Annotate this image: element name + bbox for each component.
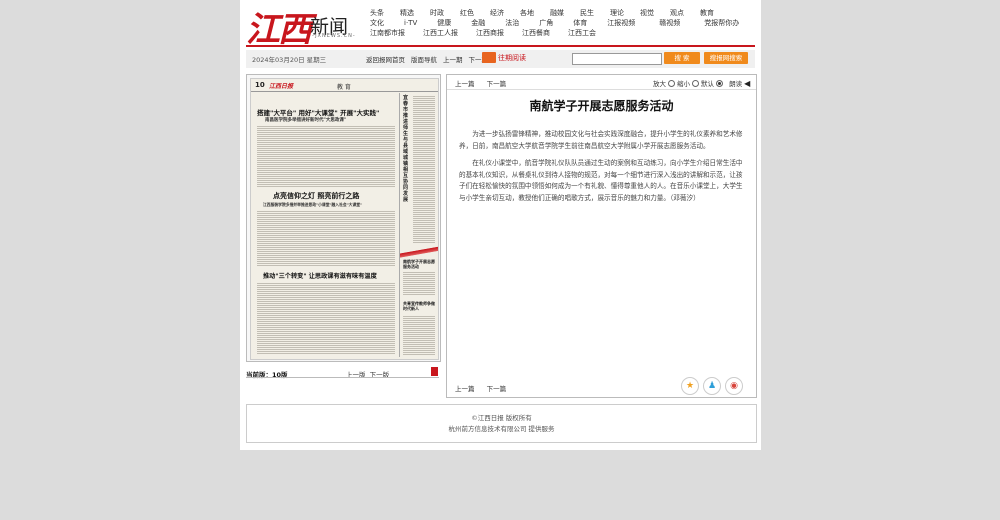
search-button[interactable]: 搜 索: [664, 52, 700, 64]
read-aloud-label: 朗读: [729, 80, 743, 88]
nav-item[interactable]: 法治: [505, 18, 519, 28]
edition-divider: [246, 377, 439, 378]
article-nav-bottom: 上一篇 下一篇: [455, 383, 506, 393]
paper-headline-1[interactable]: 搭建"大平台" 用好"大课堂" 开展"大实践": [257, 107, 379, 117]
nav-item[interactable]: 精选: [400, 8, 414, 18]
nav-item[interactable]: 观点: [670, 8, 684, 18]
nav-row-3: 江南都市报 江西工人报 江西商报 江西餐商 江西工会: [370, 28, 750, 38]
prev-issue-link[interactable]: 上一期: [443, 54, 463, 64]
nav-item[interactable]: 金融: [471, 18, 485, 28]
search-input[interactable]: [572, 53, 662, 65]
nav-item[interactable]: 健康: [437, 18, 451, 28]
paper-brand: 江西日报: [269, 83, 294, 90]
past-reading-label: 往期阅读: [498, 53, 526, 62]
share-qq-icon[interactable]: ♟: [703, 377, 721, 395]
nav-item[interactable]: 文化: [370, 18, 384, 28]
header-divider: [246, 45, 755, 47]
logo-jiangxi: 江西: [246, 10, 312, 50]
paper-header: 10 江西日报 教 育: [251, 79, 438, 92]
nav-item[interactable]: 视觉: [640, 8, 654, 18]
paper-text-block: [413, 95, 435, 243]
toolbar-links: 返回报网首页 版面导航 上一期 下一期: [366, 54, 488, 64]
top-nav: 头条 精选 时政 红色 经济 各地 融媒 民生 理论 视觉 观点 教育 文化 i·TV 健康 金融 法治 广角 体…: [370, 8, 750, 38]
paper-headline-3[interactable]: 推动"三个转变" 让思政课有滋有味有温度: [263, 271, 377, 280]
next-article-link-bottom[interactable]: 下一篇: [487, 385, 507, 393]
nav-item[interactable]: 民生: [580, 8, 594, 18]
article-toolbar: 上一篇 下一篇 放大 缩小 默认 朗读 ◀: [447, 75, 756, 90]
logo-url: -JXNEWS.CN-: [312, 33, 356, 39]
issue-date: 2024年03月20日 星期三: [252, 56, 327, 64]
provider-text: 杭州前方信息技术有限公司 提供服务: [448, 425, 555, 433]
copyright-text: ©江西日报 版权所有: [471, 414, 532, 422]
nav-item[interactable]: 江西工人报: [423, 28, 458, 38]
nav-item[interactable]: 融媒: [550, 8, 564, 18]
share-qzone-icon[interactable]: ★: [681, 377, 699, 395]
article-title: 南航学子开展志愿服务活动: [529, 99, 674, 113]
font-small-label: 缩小: [677, 80, 690, 88]
nav-row-2: 文化 i·TV 健康 金融 法治 广角 体育 江报视频 赣视频 党报帮你办: [370, 18, 750, 28]
nav-item[interactable]: 理论: [610, 8, 624, 18]
article-panel: 上一篇 下一篇 放大 缩小 默认 朗读 ◀ 南航学子开展志愿服务活动 为进一步弘扬…: [446, 74, 757, 398]
site-logo[interactable]: 江西 新闻 -JXNEWS.CN-: [246, 2, 366, 50]
nav-item[interactable]: 赣视频: [659, 18, 680, 28]
paper-subhead-1: 南昌医学院多举措讲好新时代"大思政课": [265, 118, 347, 123]
paper-small-headline-2[interactable]: 共青宣传教师争做时代新人: [403, 301, 435, 311]
paper-column-divider: [399, 93, 400, 357]
font-default-radio[interactable]: [716, 79, 723, 87]
paper-page-number: 10: [255, 81, 265, 89]
font-size-controls: 放大 缩小 默认 朗读 ◀: [653, 78, 750, 89]
layout-nav-link[interactable]: 版面导航: [411, 54, 437, 64]
nav-row-1: 头条 精选 时政 红色 经济 各地 融媒 民生 理论 视觉 观点 教育: [370, 8, 750, 18]
paper-text-block: [257, 282, 395, 354]
paper-vertical-headline[interactable]: 宜春市推进师生与县域城镇相互协同发展: [403, 95, 411, 203]
footer: ©江西日报 版权所有 杭州前方信息技术有限公司 提供服务: [246, 404, 757, 443]
nav-item[interactable]: 时政: [430, 8, 444, 18]
nav-item[interactable]: 红色: [460, 8, 474, 18]
article-nav-top: 上一篇 下一篇: [455, 78, 506, 88]
nav-item[interactable]: 体育: [573, 18, 587, 28]
paper-section: 教 育: [337, 84, 351, 91]
paper-red-graphic: [400, 245, 438, 259]
nav-item[interactable]: 江西工会: [568, 28, 596, 38]
paper-small-headline-1[interactable]: 南航学子开展志愿服务活动: [403, 259, 435, 269]
nav-item[interactable]: 江报视频: [607, 18, 635, 28]
article-paragraph-2: 在礼仪小课堂中，航音学院礼仪队队员通过生动的案例和互动练习，向小学生介绍日常生活…: [459, 159, 743, 202]
speaker-icon[interactable]: ◀: [744, 79, 750, 88]
nav-item[interactable]: 头条: [370, 8, 384, 18]
next-article-link[interactable]: 下一篇: [487, 80, 507, 88]
font-large-radio[interactable]: [668, 79, 675, 87]
paper-text-block: [403, 271, 435, 295]
nav-item[interactable]: i·TV: [404, 18, 417, 28]
prev-article-link-bottom[interactable]: 上一篇: [455, 385, 475, 393]
prev-article-link[interactable]: 上一篇: [455, 80, 475, 88]
paper-text-block: [257, 210, 395, 266]
font-large-label: 放大: [653, 80, 666, 88]
nav-item[interactable]: 江南都市报: [370, 28, 405, 38]
past-reading-button[interactable]: 往期阅读: [482, 52, 526, 63]
nav-item[interactable]: 江西商报: [476, 28, 504, 38]
share-weibo-icon[interactable]: ◉: [725, 377, 743, 395]
paper-text-block: [257, 125, 395, 187]
nav-item[interactable]: 江西餐商: [522, 28, 550, 38]
page-thumbnail-panel: 10 江西日报 教 育 搭建"大平台" 用好"大课堂" 开展"大实践" 南昌医学…: [246, 74, 441, 362]
paper-text-block: [403, 315, 435, 355]
nav-item[interactable]: 党报帮你办: [704, 18, 739, 28]
search-site-button[interactable]: 搜报网搜索: [704, 52, 748, 64]
font-small-radio[interactable]: [692, 79, 699, 87]
home-link[interactable]: 返回报网首页: [366, 54, 405, 64]
paper-headline-2[interactable]: 点亮信仰之灯 照亮前行之路: [273, 191, 359, 201]
font-default-label: 默认: [701, 80, 714, 88]
paper-subhead-2: 江西服装学院多措并举推进思政"小课堂"融入社会"大课堂": [263, 202, 363, 207]
pdf-download-icon[interactable]: [431, 367, 438, 376]
nav-item[interactable]: 各地: [520, 8, 534, 18]
nav-item[interactable]: 经济: [490, 8, 504, 18]
page-container: 江西 新闻 -JXNEWS.CN- 头条 精选 时政 红色 经济 各地 融媒 民生 理论 视觉 观点…: [240, 0, 761, 450]
article-body: 为进一步弘扬雷锋精神，推动校园文化与社会实践深度融合，提升小学生的礼仪素养和艺术…: [459, 129, 745, 210]
nav-item[interactable]: 广角: [539, 18, 553, 28]
nav-item[interactable]: 教育: [700, 8, 714, 18]
calendar-icon: [482, 52, 496, 63]
newspaper-page-image[interactable]: 10 江西日报 教 育 搭建"大平台" 用好"大课堂" 开展"大实践" 南昌医学…: [250, 78, 439, 360]
article-paragraph-1: 为进一步弘扬雷锋精神，推动校园文化与社会实践深度融合，提升小学生的礼仪素养和艺术…: [459, 130, 743, 150]
toolbar: 2024年03月20日 星期三 返回报网首页 版面导航 上一期 下一期 往期阅读…: [246, 50, 755, 68]
